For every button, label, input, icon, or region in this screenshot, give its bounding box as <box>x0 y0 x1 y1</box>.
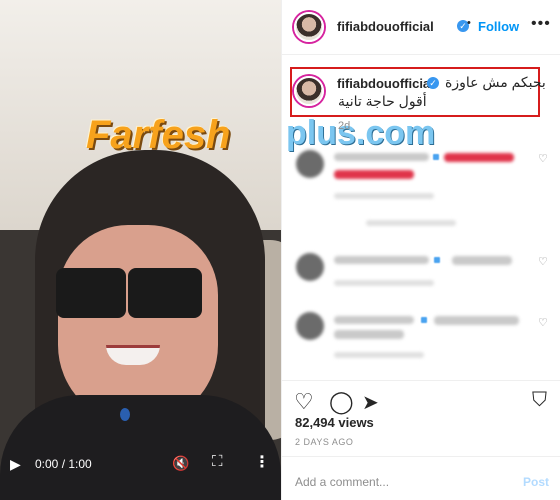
comment-avatar <box>296 150 324 178</box>
post-button[interactable]: Post <box>523 475 549 489</box>
comment-text <box>334 316 414 324</box>
caption-username[interactable]: fifiabdouofficial <box>337 76 434 91</box>
like-icon[interactable]: ♡ <box>294 389 314 415</box>
sunglasses-right <box>128 268 202 318</box>
play-icon[interactable]: ▶ <box>10 456 21 473</box>
comment-text <box>334 153 429 161</box>
bookmark-icon[interactable]: ⛉ <box>532 389 547 412</box>
post-date: 2 DAYS AGO <box>295 437 354 447</box>
comment-verified-icon <box>433 154 439 160</box>
comment-input[interactable]: Add a comment... <box>295 475 389 489</box>
pendant <box>120 408 130 421</box>
video-person-body <box>0 395 281 500</box>
post-header: fifiabdouofficial ✓ • Follow ••• <box>282 0 560 55</box>
comment-replies <box>366 220 456 226</box>
instagram-post: ▶ 0:00 / 1:00 🔇 ⛶ ⋮ Farfesh plus.com fif… <box>0 0 560 500</box>
caption-verified-icon: ✓ <box>427 77 439 89</box>
comment-avatar <box>296 312 324 340</box>
comment-text <box>334 256 429 264</box>
action-bar: ♡ ◯ ➤ ⛉ <box>282 380 560 420</box>
comment-verified-icon <box>434 257 440 263</box>
comment-emoji <box>444 153 514 162</box>
like-comment-icon[interactable]: ♡ <box>538 316 548 329</box>
comment-meta <box>334 352 424 358</box>
like-comment-icon[interactable]: ♡ <box>538 152 548 165</box>
follow-button[interactable]: Follow <box>478 19 519 34</box>
watermark-brand: Farfesh <box>86 113 231 157</box>
comment-icon[interactable]: ◯ <box>329 389 354 415</box>
comment-meta <box>334 193 434 199</box>
share-icon[interactable]: ➤ <box>362 390 379 415</box>
comment-box: Add a comment... Post <box>282 456 560 500</box>
mute-icon[interactable]: 🔇 <box>172 455 189 472</box>
caption-time: 2d <box>338 120 351 132</box>
video-time: 0:00 / 1:00 <box>35 457 92 471</box>
view-count[interactable]: 82,494 views <box>295 415 374 430</box>
more-icon[interactable]: ••• <box>531 15 551 33</box>
video-player[interactable]: ▶ 0:00 / 1:00 🔇 ⛶ ⋮ <box>0 0 281 500</box>
video-options-icon[interactable]: ⋮ <box>254 452 270 472</box>
sunglasses-left <box>56 268 126 318</box>
comment-verified-icon <box>421 317 427 323</box>
header-username[interactable]: fifiabdouofficial <box>337 19 434 34</box>
caption-text-line2: أقول حاجة تانية <box>338 93 427 109</box>
comment-avatar <box>296 253 324 281</box>
fullscreen-icon[interactable]: ⛶ <box>212 453 223 470</box>
caption-avatar[interactable] <box>294 76 324 106</box>
comment-meta <box>334 280 434 286</box>
comment-emoji <box>334 170 414 179</box>
post-sidebar: fifiabdouofficial ✓ • Follow ••• fifiabd… <box>281 0 560 500</box>
separator-dot: • <box>467 17 472 29</box>
comment-text <box>434 316 519 325</box>
caption-text-line1: بحبكم مش عاوزة <box>445 74 546 90</box>
comment-text <box>452 256 512 265</box>
avatar[interactable] <box>294 12 324 42</box>
comment-text <box>334 330 404 339</box>
like-comment-icon[interactable]: ♡ <box>538 255 548 268</box>
